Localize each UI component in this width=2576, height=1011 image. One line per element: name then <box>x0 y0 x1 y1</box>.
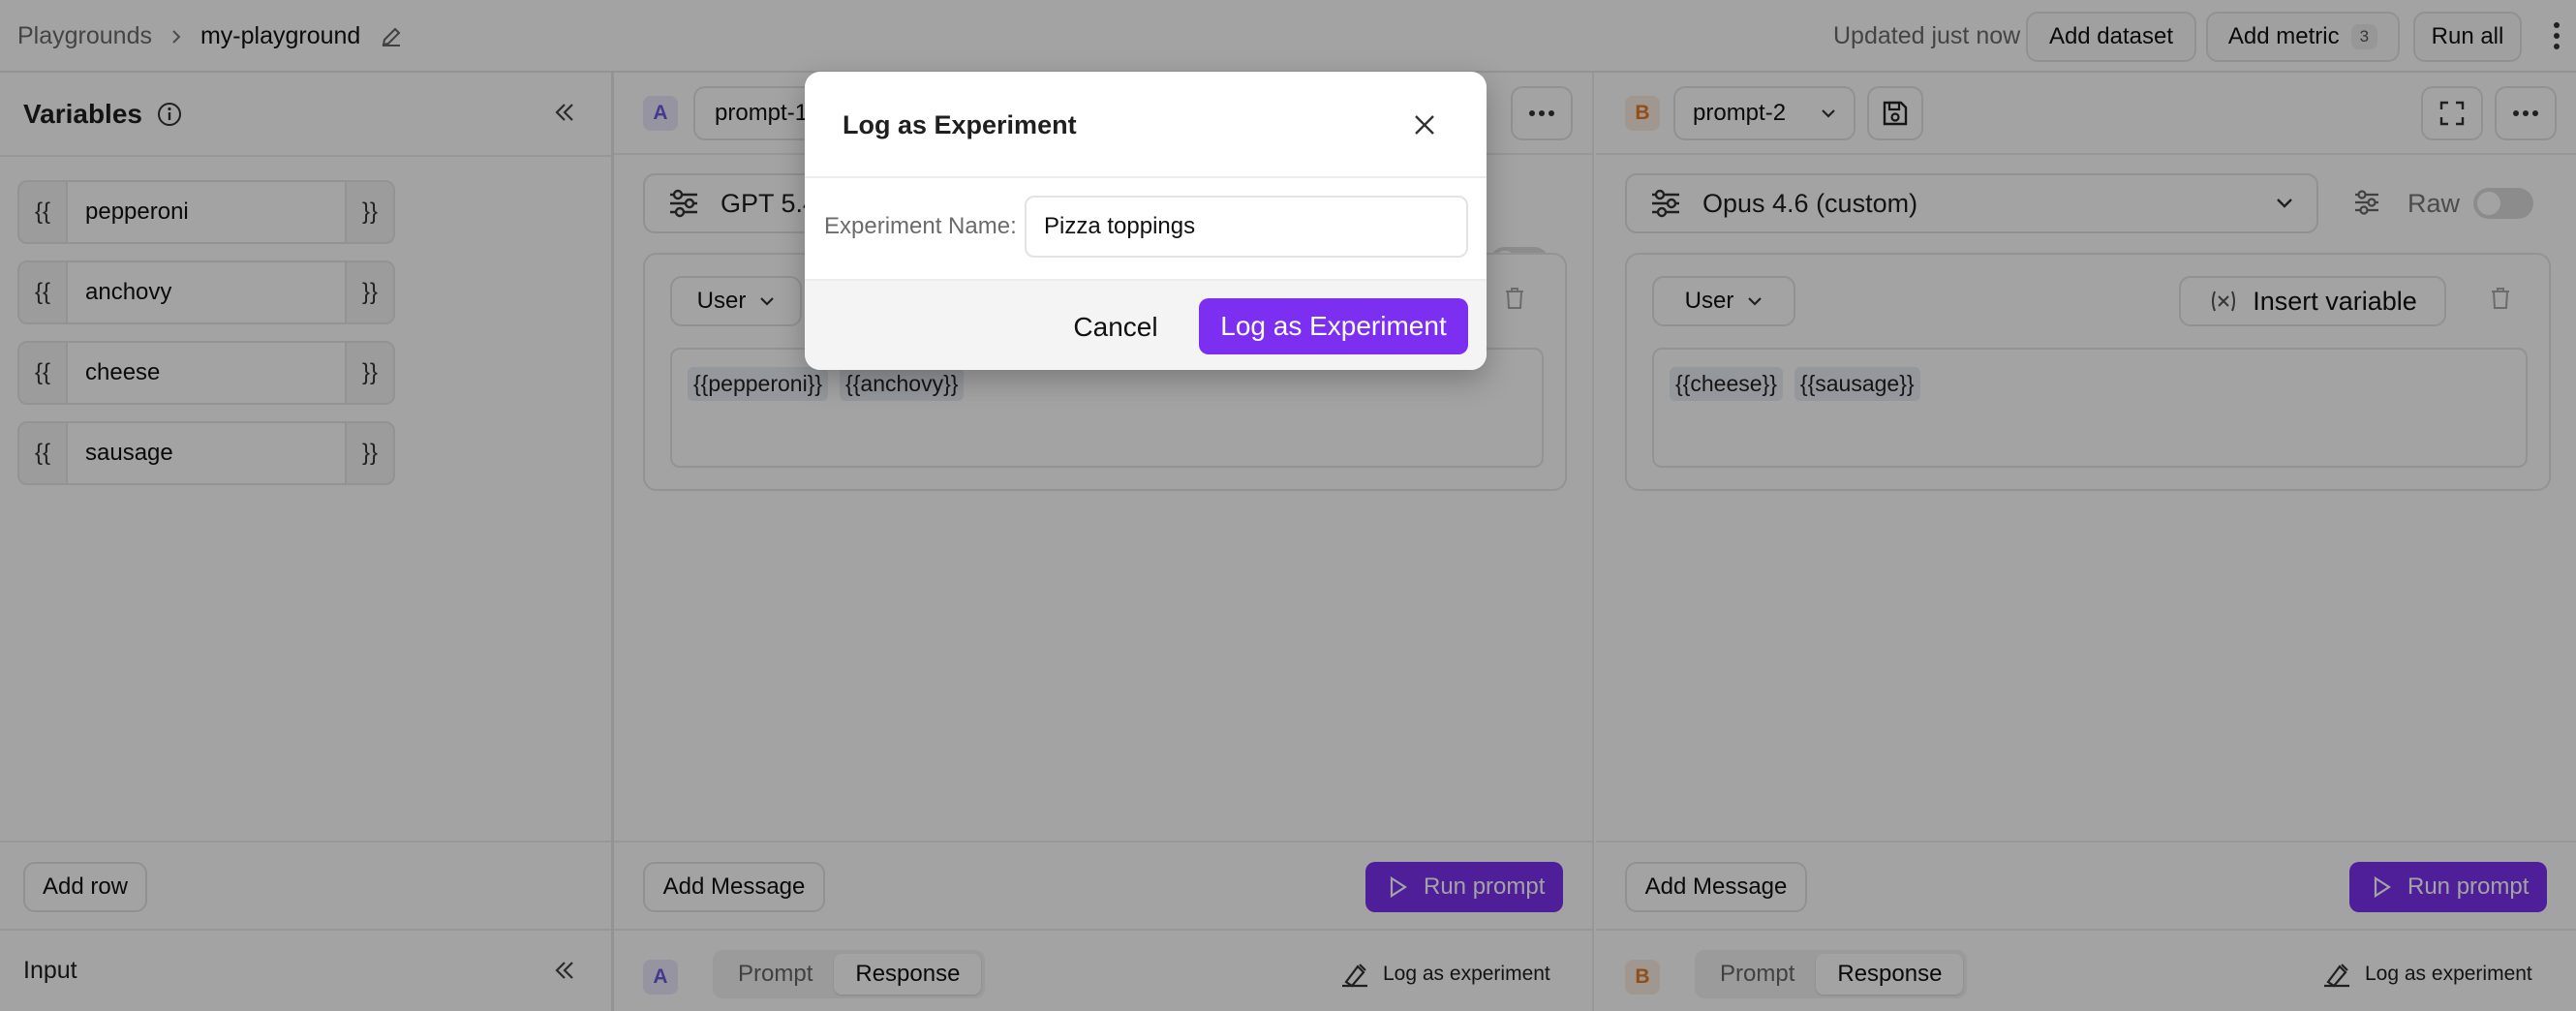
experiment-name-label: Experiment Name: <box>824 213 1017 239</box>
dialog-title: Log as Experiment <box>843 109 1077 139</box>
cancel-button[interactable]: Cancel <box>1057 300 1175 354</box>
dialog-footer: Cancel Log as Experiment <box>805 279 1487 370</box>
log-experiment-confirm-button[interactable]: Log as Experiment <box>1199 298 1468 354</box>
dialog-header: Log as Experiment <box>805 72 1487 178</box>
log-experiment-dialog: Log as Experiment Experiment Name: Pizza… <box>805 72 1487 370</box>
experiment-name-input[interactable]: Pizza toppings <box>1025 196 1468 258</box>
close-icon[interactable] <box>1413 113 1436 137</box>
